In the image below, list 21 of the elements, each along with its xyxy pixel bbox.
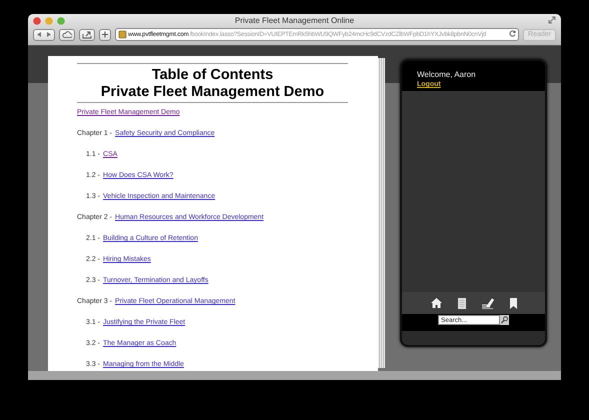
home-icon[interactable]: [430, 298, 442, 308]
share-icon: [82, 30, 92, 38]
close-button[interactable]: [33, 16, 41, 24]
page-title: Private Fleet Management Demo: [100, 84, 326, 100]
back-forward-buttons[interactable]: [33, 28, 55, 40]
new-tab-button[interactable]: [99, 28, 111, 40]
back-forward-arrows-icon: [36, 31, 52, 38]
window-title: Private Fleet Management Online: [234, 16, 354, 25]
resize-icon[interactable]: [548, 16, 556, 24]
cloud-icon: [62, 31, 72, 38]
share-button[interactable]: [79, 28, 95, 40]
plus-icon: [102, 31, 108, 38]
pen-writing-icon[interactable]: [482, 298, 494, 308]
bookmark-icon[interactable]: [510, 298, 516, 308]
site-icon: [118, 30, 127, 39]
page-icon[interactable]: [458, 298, 466, 308]
welcome-text: Welcome, Aaron: [417, 70, 477, 79]
page-title: Table of Contents: [150, 67, 274, 84]
search-button[interactable]: [500, 315, 509, 325]
search-icon: [500, 316, 509, 324]
reload-icon[interactable]: [509, 30, 516, 37]
